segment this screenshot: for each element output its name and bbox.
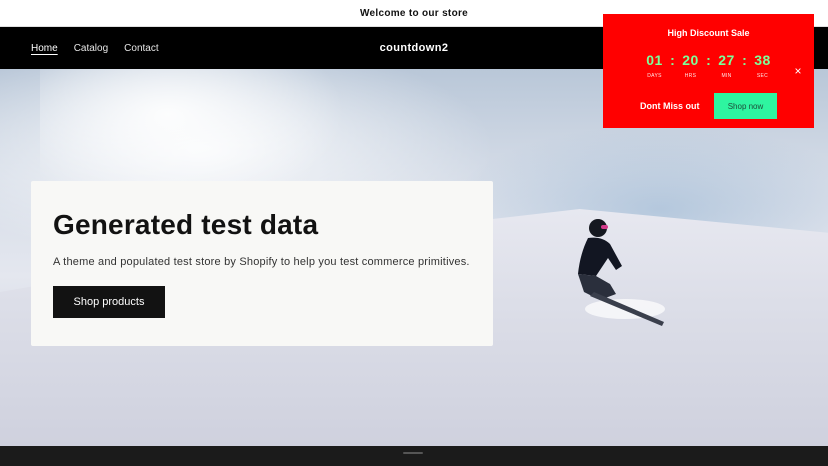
countdown-hours: 20 HRS: [677, 52, 704, 79]
main-nav: Home Catalog Contact: [31, 27, 159, 69]
countdown-separator: :: [706, 52, 711, 68]
countdown-popup: High Discount Sale 01 DAYS : 20 HRS : 27…: [603, 14, 814, 128]
close-icon[interactable]: ×: [791, 64, 805, 78]
bottom-bar: [0, 446, 828, 466]
countdown-hours-value: 20: [682, 52, 699, 68]
countdown-separator: :: [670, 52, 675, 68]
countdown-hours-label: HRS: [684, 73, 697, 79]
countdown-seconds: 38 SEC: [749, 52, 776, 79]
countdown-days: 01 DAYS: [641, 52, 668, 79]
nav-link-home[interactable]: Home: [31, 43, 58, 54]
countdown-minutes-label: MIN: [721, 73, 732, 79]
announcement-text: Welcome to our store: [359, 7, 469, 19]
popup-title: High Discount Sale: [667, 28, 750, 38]
snowboarder-image: [578, 219, 665, 326]
countdown-days-label: DAYS: [647, 73, 662, 79]
hero-card: Generated test data A theme and populate…: [31, 181, 493, 346]
countdown-timer: 01 DAYS : 20 HRS : 27 MIN : 38 SEC: [641, 52, 776, 82]
nav-link-catalog[interactable]: Catalog: [74, 43, 108, 54]
countdown-minutes-value: 27: [718, 52, 735, 68]
popup-message: Dont Miss out: [640, 101, 700, 111]
hero-subtitle: A theme and populated test store by Shop…: [53, 256, 470, 268]
countdown-seconds-label: SEC: [756, 73, 769, 79]
drag-handle[interactable]: [403, 452, 423, 454]
countdown-seconds-value: 38: [754, 52, 771, 68]
nav-link-contact[interactable]: Contact: [124, 43, 158, 54]
countdown-minutes: 27 MIN: [713, 52, 740, 79]
shop-products-button[interactable]: Shop products: [53, 286, 165, 318]
countdown-days-value: 01: [646, 52, 663, 68]
hero-title: Generated test data: [53, 209, 319, 240]
shop-now-button[interactable]: Shop now: [714, 93, 777, 119]
countdown-separator: :: [742, 52, 747, 68]
